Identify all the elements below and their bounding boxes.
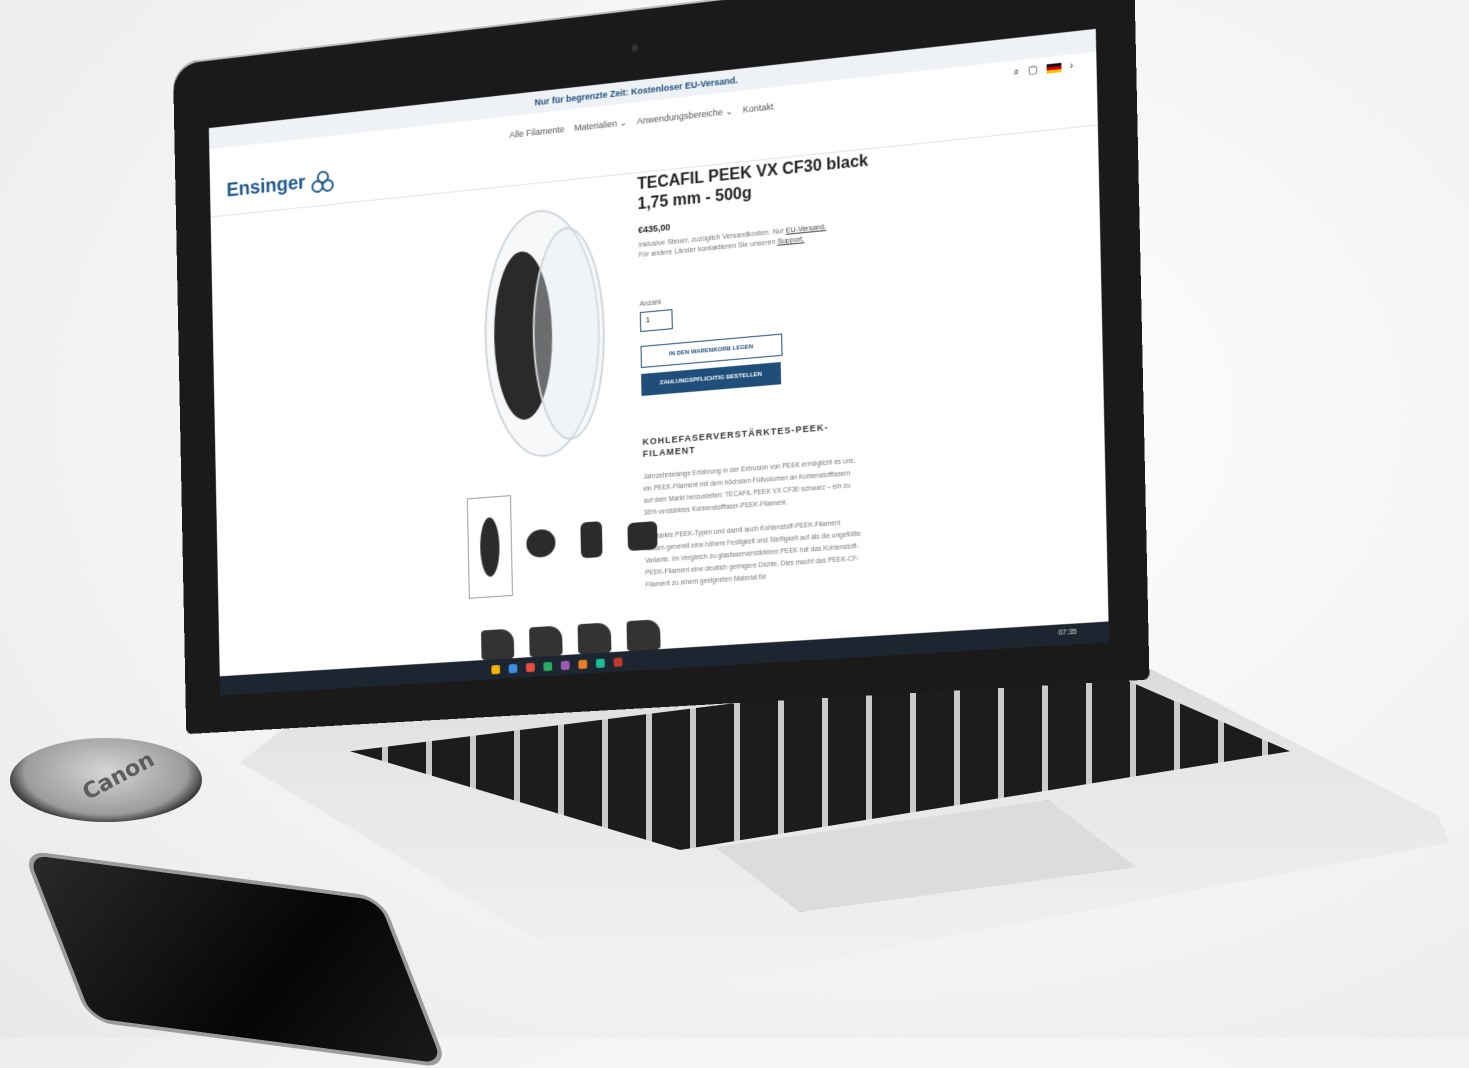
- browser-icon[interactable]: [508, 663, 518, 673]
- thumbnail-parts[interactable]: [569, 488, 614, 591]
- logo-mark-icon: [310, 169, 334, 193]
- german-flag-icon[interactable]: [1046, 62, 1062, 74]
- app-icon[interactable]: [595, 658, 605, 668]
- search-icon[interactable]: ⌕: [1013, 66, 1019, 78]
- chevron-right-icon[interactable]: ›: [1069, 60, 1073, 72]
- support-link[interactable]: Support.: [777, 236, 804, 246]
- webcam-icon: [631, 44, 639, 52]
- part-image: [481, 628, 515, 661]
- laptop-lid: Nur für begrenzte Zeit: Kostenloser EU-V…: [172, 0, 1150, 735]
- product-thumbnails: [466, 483, 665, 599]
- product-info: TECAFIL PEEK VX CF30 black 1,75 mm - 500…: [637, 133, 1054, 592]
- product-photo-scene: Nur für begrenzte Zeit: Kostenloser EU-V…: [0, 0, 1469, 1068]
- logo-text: Ensinger: [226, 171, 306, 202]
- app-icon[interactable]: [578, 659, 588, 669]
- smartphone: [22, 850, 449, 1068]
- app-icon[interactable]: [560, 660, 570, 670]
- os-taskbar: 07:35: [219, 621, 1109, 696]
- taskbar-clock: 07:35: [1058, 628, 1077, 638]
- app-icon[interactable]: [525, 662, 535, 672]
- eu-shipping-link[interactable]: EU-Versand.: [786, 224, 826, 235]
- laptop-screen: Nur für begrenzte Zeit: Kostenloser EU-V…: [208, 28, 1109, 696]
- description-paragraph-1: Jahrzehntelange Erfahrung in der Extrusi…: [643, 457, 856, 517]
- part-image: [529, 625, 563, 658]
- thumbnail-bracket[interactable]: [620, 484, 665, 587]
- header-tools: ⌕ ▢ ›: [1013, 60, 1073, 78]
- thumbnail-gear[interactable]: [519, 492, 564, 594]
- lens-cap-logo: Canon: [78, 747, 159, 806]
- folder-icon[interactable]: [491, 664, 501, 674]
- product-main-image[interactable]: [477, 204, 608, 463]
- quantity-label: Anzahl: [639, 299, 661, 309]
- nav-item-kontakt[interactable]: Kontakt: [743, 101, 774, 115]
- thumbnail-spool[interactable]: [466, 495, 513, 599]
- section-title: KOHLEFASERVERSTÄRKTES-PEEK-FILAMENT: [642, 422, 829, 459]
- cart-icon[interactable]: ▢: [1028, 64, 1038, 76]
- description-paragraph-2: Verstärkte PEEK-Typen und damit auch Koh…: [644, 519, 861, 589]
- part-image: [577, 622, 612, 655]
- ensinger-logo[interactable]: Ensinger: [226, 169, 334, 202]
- nav-item-materialien[interactable]: Materialien ⌄: [574, 117, 627, 134]
- nav-item-alle-filamente[interactable]: Alle Filamente: [509, 124, 564, 141]
- part-image: [626, 619, 661, 652]
- quantity-input[interactable]: 1: [639, 309, 673, 333]
- camera-lens-cap: Canon: [10, 738, 202, 822]
- buy-now-button[interactable]: ZAHLUNGSPFLICHTIG BESTELLEN: [641, 362, 782, 397]
- app-icon[interactable]: [613, 656, 623, 667]
- nav-item-anwendungsbereiche[interactable]: Anwendungsbereiche ⌄: [637, 106, 733, 127]
- app-icon[interactable]: [543, 661, 553, 671]
